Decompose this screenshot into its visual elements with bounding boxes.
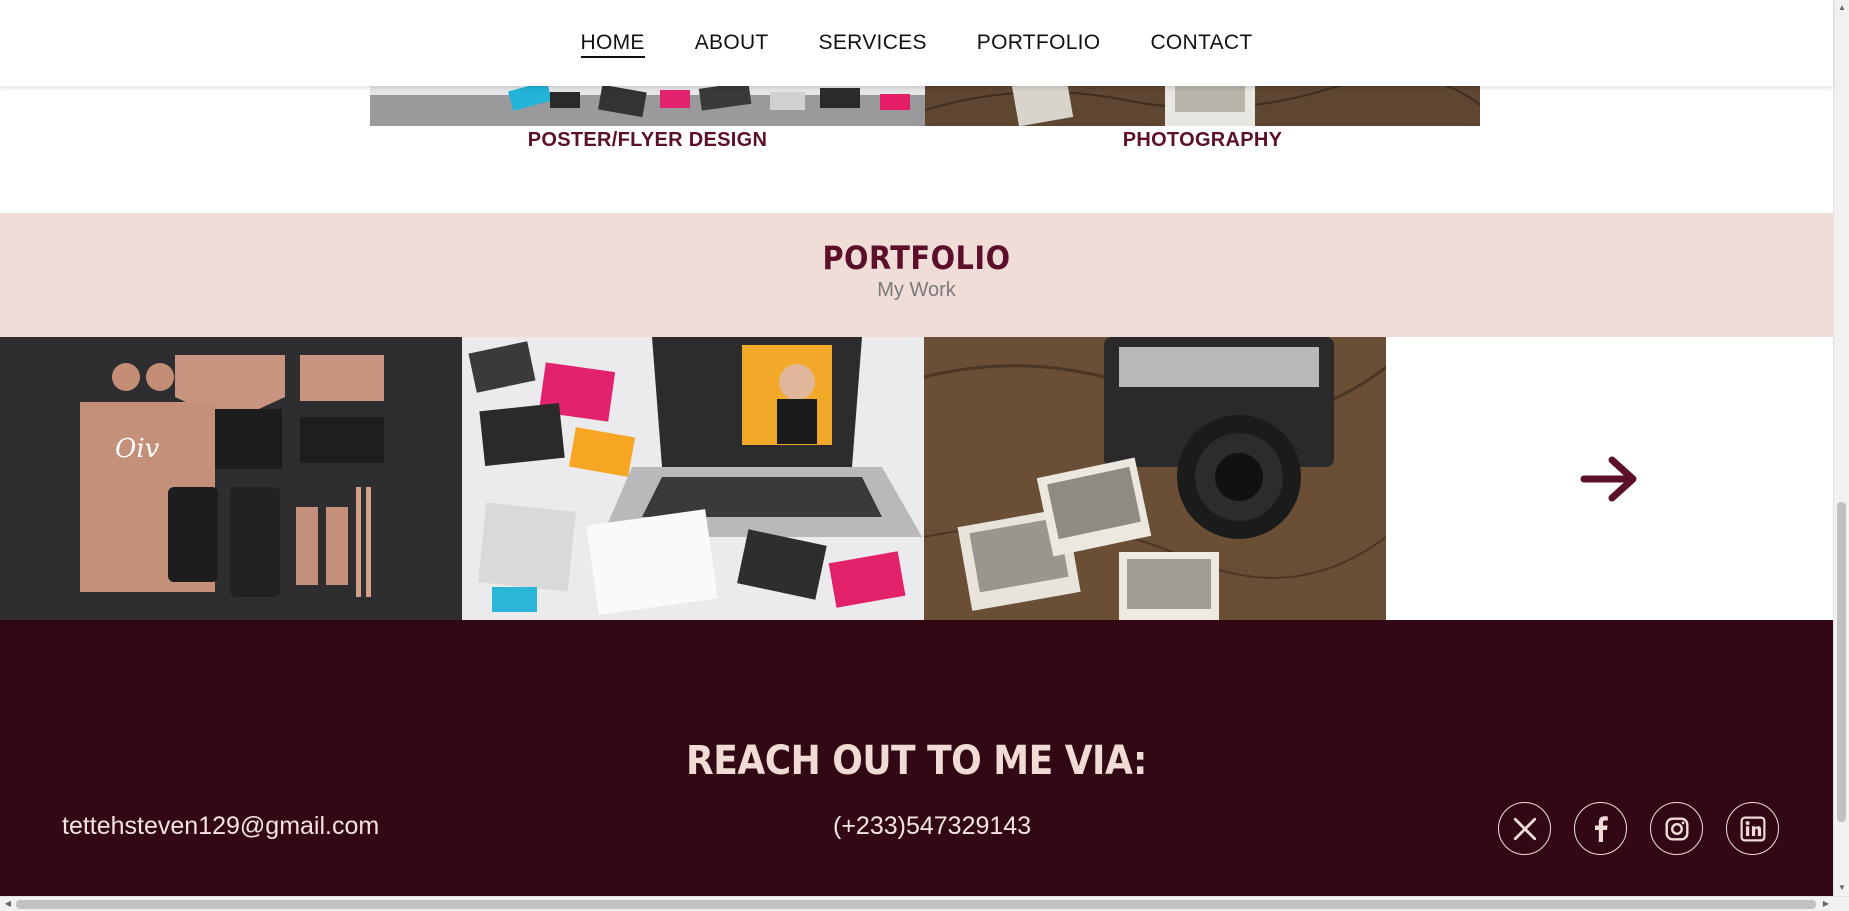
poster-flyer-design-image[interactable]	[462, 337, 924, 620]
nav-about[interactable]: ABOUT	[695, 29, 769, 56]
svg-text:Oiv: Oiv	[115, 434, 160, 464]
scroll-right-icon[interactable]: ▶	[1820, 898, 1832, 910]
nav-list: HOME ABOUT SERVICES PORTFOLIO CONTACT	[580, 29, 1253, 58]
footer-phone[interactable]: (+233)547329143	[833, 812, 1031, 841]
nav-contact[interactable]: CONTACT	[1150, 29, 1252, 56]
footer-email[interactable]: tettehsteven129@gmail.com	[62, 812, 379, 841]
portfolio-subtitle: My Work	[877, 279, 956, 301]
social-links	[1498, 802, 1779, 855]
linkedin-link[interactable]	[1726, 802, 1779, 855]
vertical-scroll-thumb[interactable]	[1837, 502, 1846, 822]
service-caption-photography: PHOTOGRAPHY	[1122, 129, 1283, 151]
arrow-right-icon	[1580, 456, 1636, 501]
portfolio-next-button[interactable]	[1386, 337, 1833, 620]
x-twitter-link[interactable]	[1498, 802, 1551, 855]
facebook-link[interactable]	[1574, 802, 1627, 855]
linkedin-icon	[1740, 816, 1765, 841]
scroll-down-icon[interactable]: ▼	[1837, 882, 1847, 894]
footer-title: REACH OUT TO ME VIA:	[686, 738, 1147, 784]
nav-home[interactable]: HOME	[580, 29, 645, 58]
nav-services[interactable]: SERVICES	[819, 29, 927, 56]
scroll-up-icon[interactable]: ▲	[1837, 2, 1847, 14]
facebook-icon	[1594, 815, 1608, 842]
footer: REACH OUT TO ME VIA: tettehsteven129@gma…	[0, 620, 1833, 896]
navbar: HOME ABOUT SERVICES PORTFOLIO CONTACT	[0, 0, 1833, 86]
instagram-icon	[1665, 817, 1688, 840]
horizontal-scroll-thumb[interactable]	[16, 900, 1816, 909]
portfolio-gallery: Oiv	[0, 337, 1833, 620]
horizontal-scrollbar[interactable]: ◀ ▶	[0, 896, 1849, 911]
nav-portfolio[interactable]: PORTFOLIO	[977, 29, 1101, 56]
instagram-link[interactable]	[1650, 802, 1703, 855]
portfolio-title: PORTFOLIO	[822, 239, 1011, 277]
branding-stationery-image[interactable]: Oiv	[0, 337, 462, 620]
service-caption-poster: POSTER/FLYER DESIGN	[527, 129, 768, 151]
vertical-scrollbar[interactable]: ▲ ▼	[1833, 0, 1849, 896]
scroll-left-icon[interactable]: ◀	[2, 898, 14, 910]
portfolio-header: PORTFOLIO My Work	[0, 213, 1833, 337]
x-twitter-icon	[1513, 817, 1536, 840]
photography-camera-map-image[interactable]	[924, 337, 1386, 620]
